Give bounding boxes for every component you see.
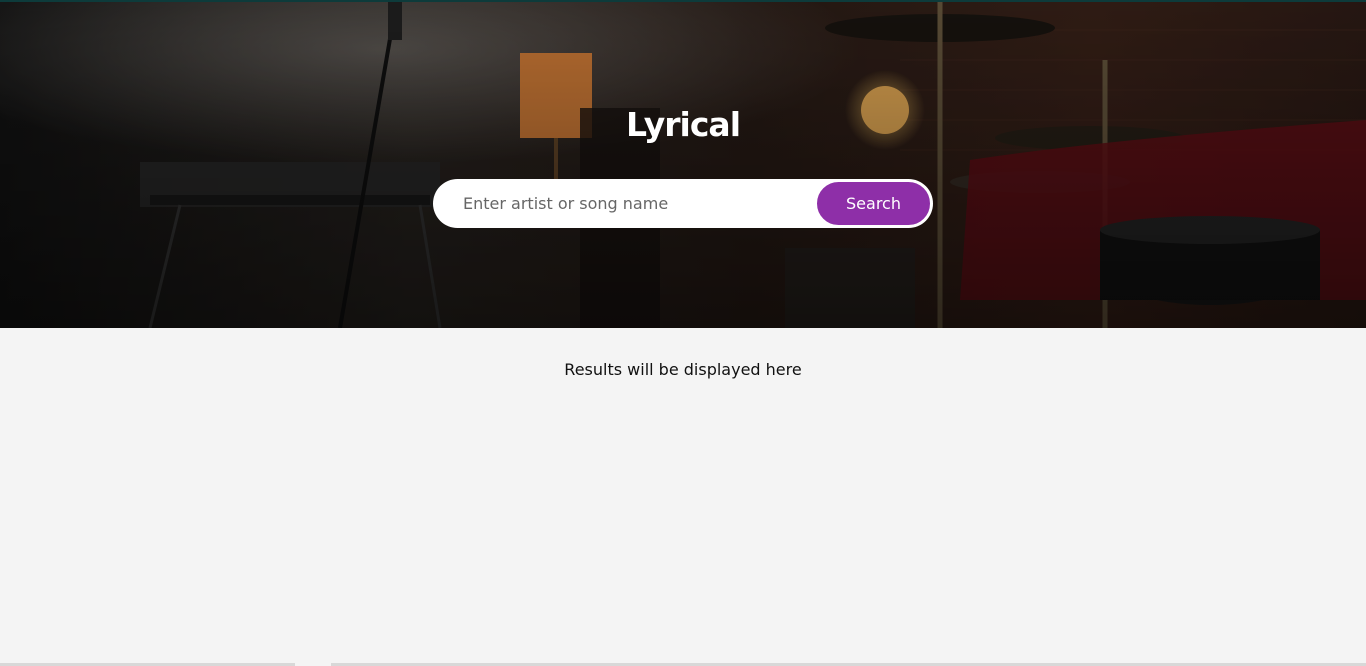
hero-content: Lyrical Search — [0, 0, 1366, 328]
search-button[interactable]: Search — [815, 180, 932, 227]
search-input[interactable] — [433, 179, 813, 228]
results-placeholder: Results will be displayed here — [564, 360, 802, 379]
search-form: Search — [433, 179, 933, 228]
hero-banner: Lyrical Search — [0, 0, 1366, 328]
app-title: Lyrical — [625, 105, 741, 144]
